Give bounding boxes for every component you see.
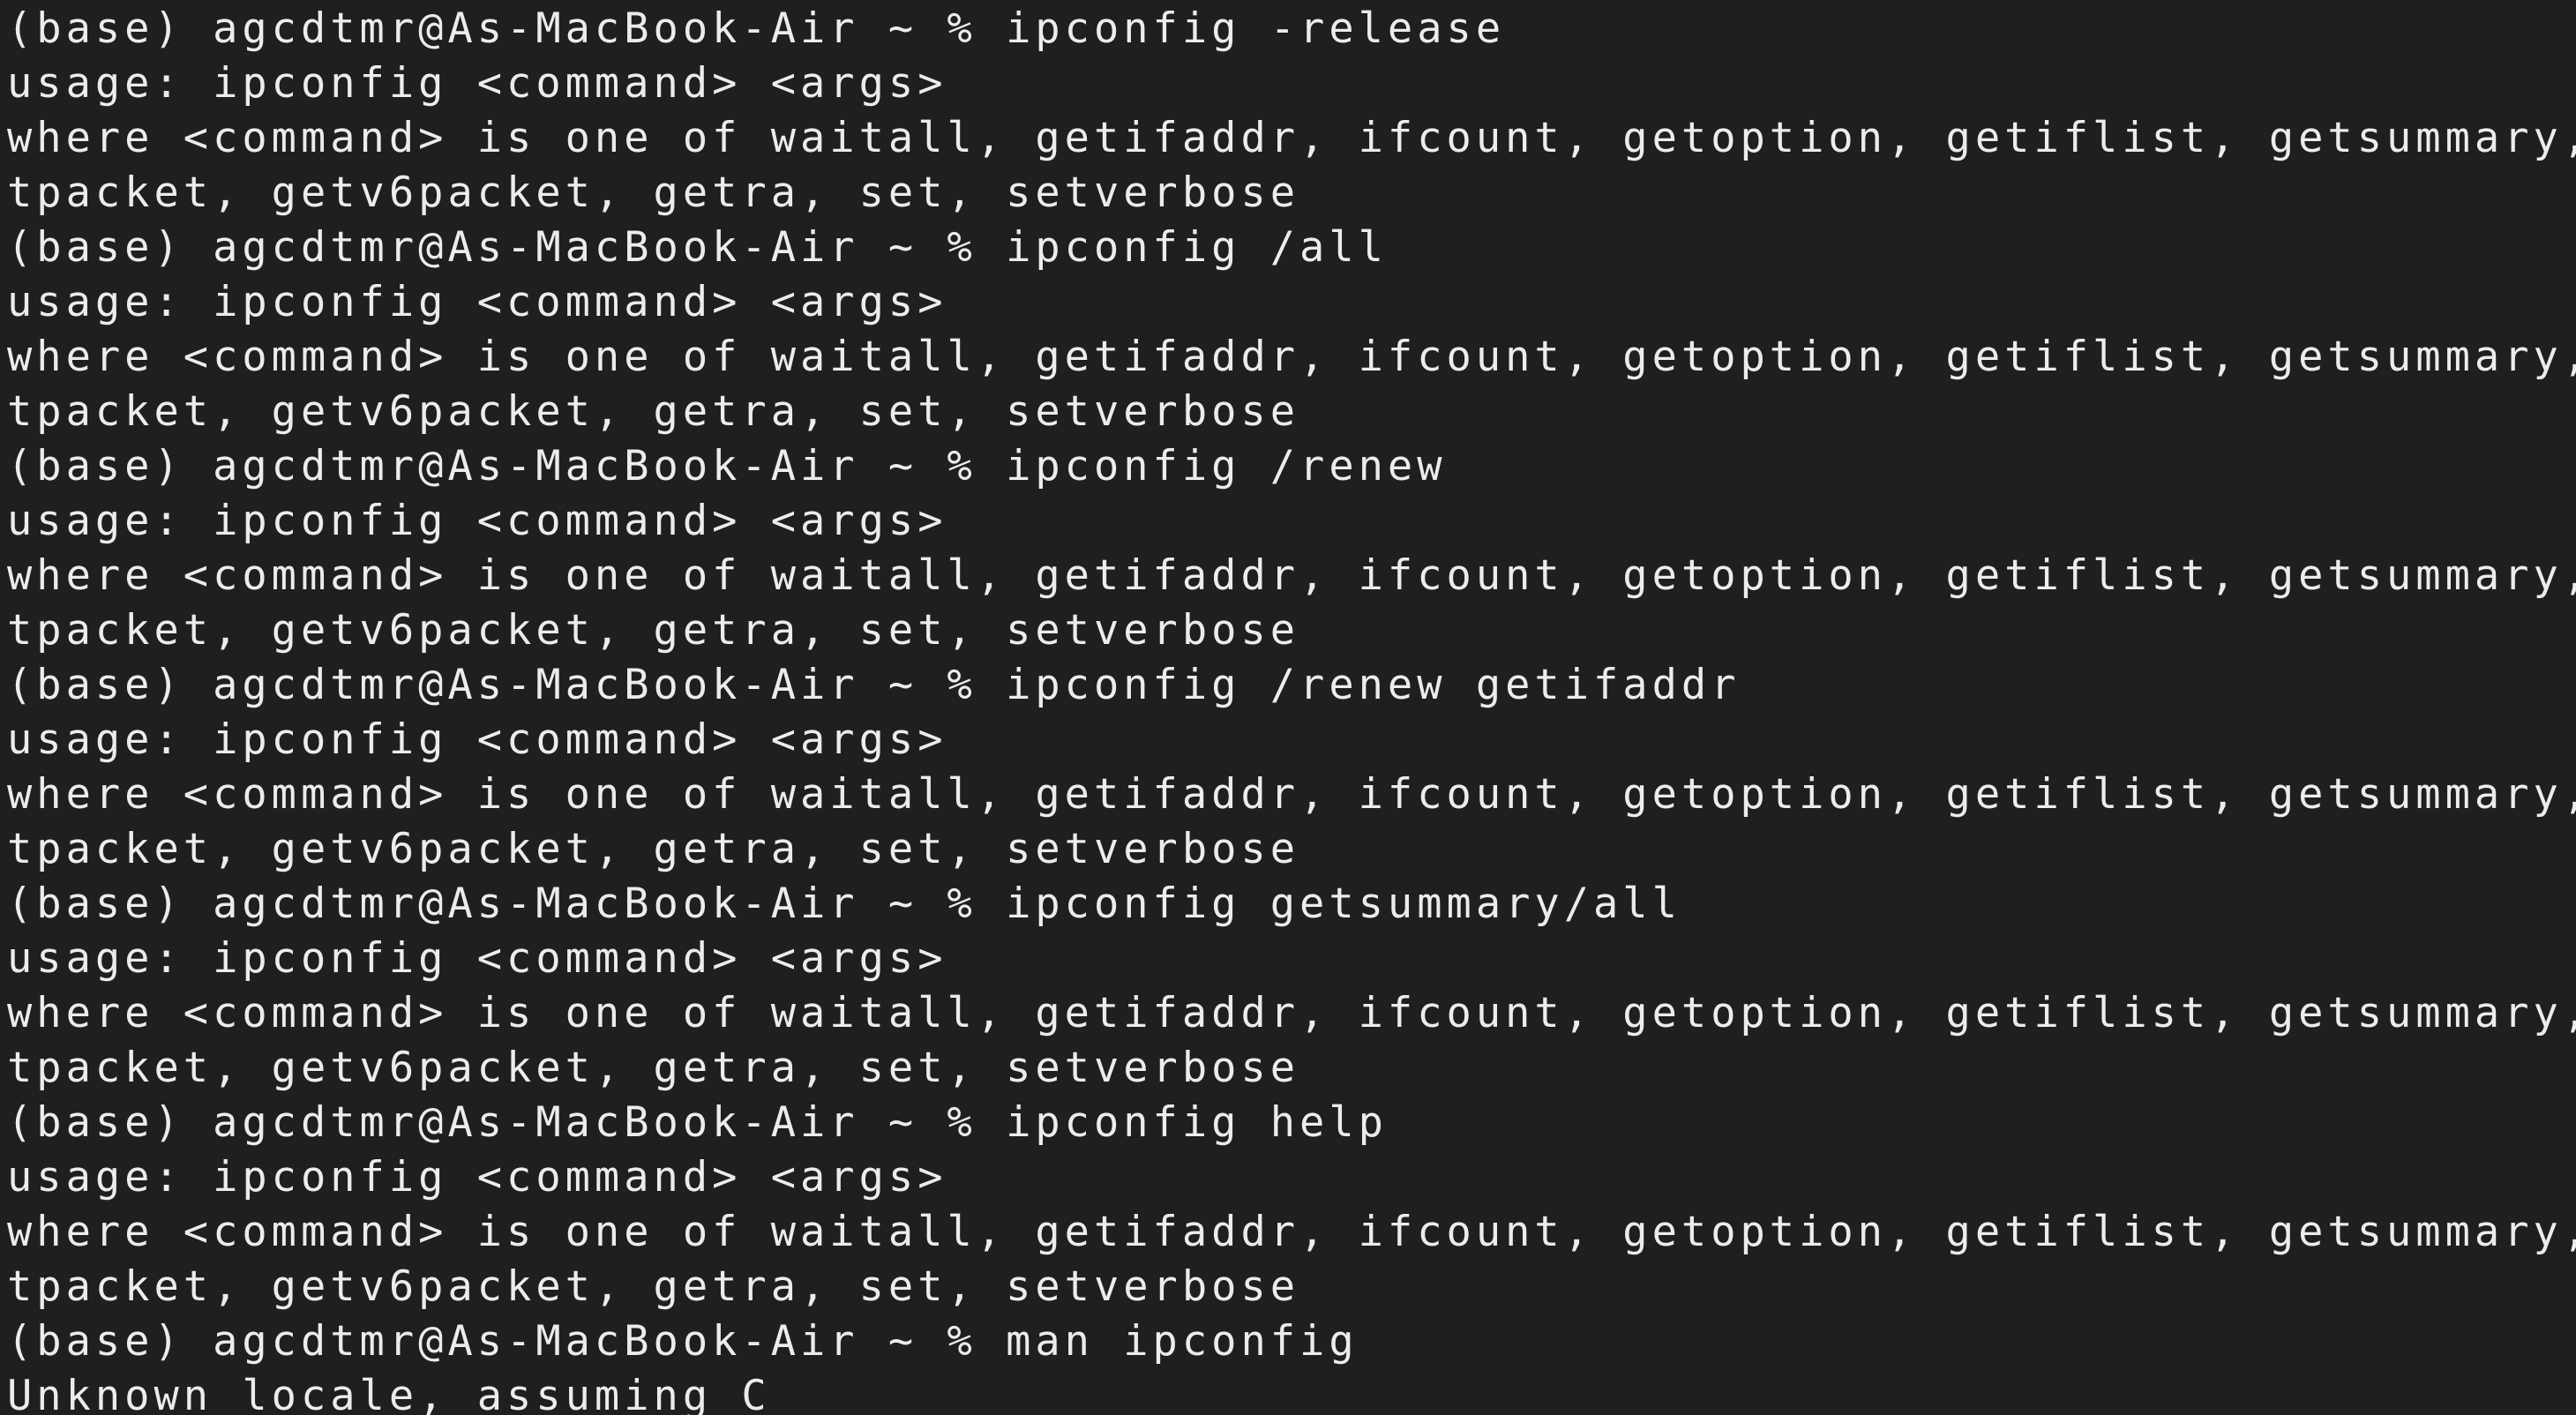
prompt-line: (base) agcdtmr@As-MacBook-Air ~ % ipconf… — [7, 658, 2576, 713]
output-line: Unknown locale, assuming C — [7, 1372, 771, 1415]
prompt-line: (base) agcdtmr@As-MacBook-Air ~ % ipconf… — [7, 439, 2576, 494]
command-text: ipconfig /renew — [1006, 442, 1447, 490]
command-text: ipconfig /all — [1006, 223, 1388, 272]
prompt-line: (base) agcdtmr@As-MacBook-Air ~ % ipconf… — [7, 877, 2576, 932]
output-line: usage: ipconfig <command> <args> — [7, 59, 947, 108]
output-line: usage: ipconfig <command> <args> — [7, 934, 947, 983]
prompt-text: (base) agcdtmr@As-MacBook-Air ~ % — [7, 661, 1007, 709]
prompt-line: (base) agcdtmr@As-MacBook-Air ~ % ipconf… — [7, 2, 2576, 56]
prompt-line: (base) agcdtmr@As-MacBook-Air ~ % ipconf… — [7, 221, 2576, 275]
output-line: tpacket, getv6packet, getra, set, setver… — [7, 387, 1300, 436]
prompt-text: (base) agcdtmr@As-MacBook-Air ~ % — [7, 1098, 1007, 1147]
prompt-line: (base) agcdtmr@As-MacBook-Air ~ % ipconf… — [7, 1096, 2576, 1150]
prompt-text: (base) agcdtmr@As-MacBook-Air ~ % — [7, 223, 1007, 272]
prompt-text: (base) agcdtmr@As-MacBook-Air ~ % — [7, 442, 1007, 490]
command-text: ipconfig help — [1006, 1098, 1388, 1147]
output-line: usage: ipconfig <command> <args> — [7, 1153, 947, 1202]
output-line: usage: ipconfig <command> <args> — [7, 715, 947, 764]
prompt-text: (base) agcdtmr@As-MacBook-Air ~ % — [7, 880, 1007, 928]
output-line: usage: ipconfig <command> <args> — [7, 278, 947, 326]
command-text: man ipconfig — [1006, 1317, 1359, 1366]
prompt-text: (base) agcdtmr@As-MacBook-Air ~ % — [7, 1317, 1007, 1366]
output-line: where <command> is one of waitall, getif… — [7, 989, 2576, 1037]
command-text: ipconfig -release — [1006, 4, 1506, 53]
output-line: tpacket, getv6packet, getra, set, setver… — [7, 606, 1300, 655]
prompt-text: (base) agcdtmr@As-MacBook-Air ~ % — [7, 4, 1007, 53]
terminal-window[interactable]: (base) agcdtmr@As-MacBook-Air ~ % ipconf… — [0, 0, 2576, 1415]
command-text: ipconfig getsummary/all — [1006, 880, 1681, 928]
output-line: where <command> is one of waitall, getif… — [7, 770, 2576, 819]
output-line: where <command> is one of waitall, getif… — [7, 551, 2576, 600]
output-line: usage: ipconfig <command> <args> — [7, 497, 947, 545]
output-line: tpacket, getv6packet, getra, set, setver… — [7, 1262, 1300, 1311]
output-line: where <command> is one of waitall, getif… — [7, 333, 2576, 381]
output-line: where <command> is one of waitall, getif… — [7, 1208, 2576, 1256]
prompt-line: (base) agcdtmr@As-MacBook-Air ~ % man ip… — [7, 1314, 2576, 1369]
output-line: tpacket, getv6packet, getra, set, setver… — [7, 168, 1300, 217]
output-line: where <command> is one of waitall, getif… — [7, 114, 2576, 162]
command-text: ipconfig /renew getifaddr — [1006, 661, 1741, 709]
output-line: tpacket, getv6packet, getra, set, setver… — [7, 825, 1300, 873]
output-line: tpacket, getv6packet, getra, set, setver… — [7, 1044, 1300, 1092]
